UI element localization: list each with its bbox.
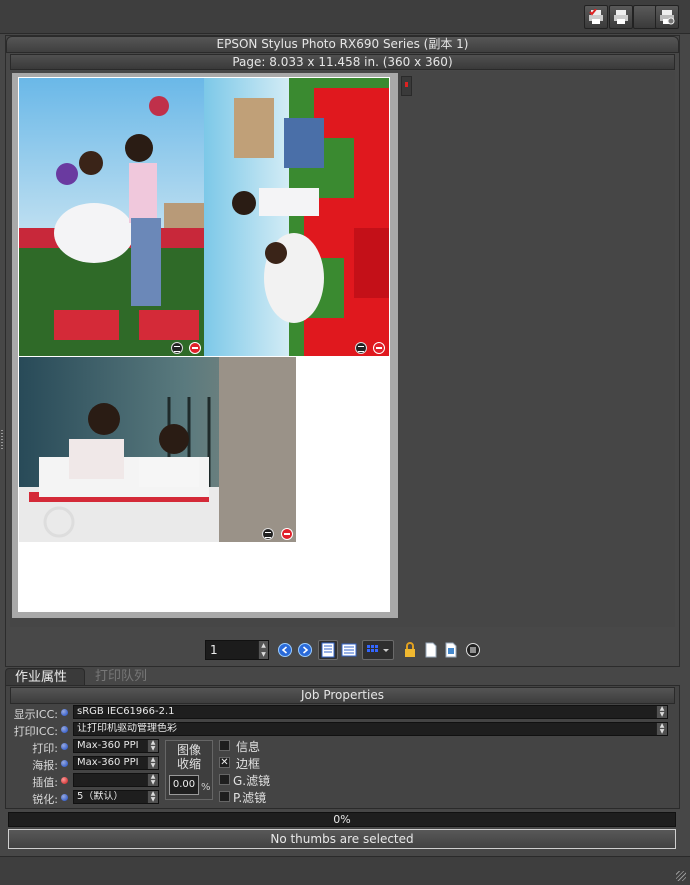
print-icc-value: 让打印机驱动管理色彩	[77, 723, 177, 734]
scroll-marker[interactable]	[401, 76, 412, 96]
poster-resolution-select[interactable]: Max-360 PPI ▲ ▼	[73, 756, 159, 770]
print-icc-select[interactable]: 让打印机驱动管理色彩 ▲ ▼	[73, 722, 668, 736]
display-icc-status-icon	[61, 709, 68, 716]
page-number-value: 1	[210, 643, 218, 657]
photo-image-1	[19, 78, 204, 356]
print-resolution-dropdown-icon[interactable]: ▲ ▼	[147, 740, 158, 752]
top-toolbar	[0, 0, 690, 34]
printer-icon	[614, 10, 628, 24]
g-filter-checkbox[interactable]	[219, 774, 230, 785]
print-icc-dropdown-icon[interactable]: ▲ ▼	[656, 723, 667, 735]
view-single-button[interactable]	[318, 640, 338, 660]
page-number-input[interactable]: 1 ▲ ▼	[205, 640, 269, 660]
poster-label: 海报:	[32, 759, 58, 772]
border-checkbox-label: 边框	[236, 757, 261, 771]
blank-button[interactable]	[633, 5, 657, 29]
poster-resolution-dropdown-icon[interactable]: ▲ ▼	[147, 757, 158, 769]
sharpen-status-icon	[61, 794, 68, 801]
image-shrink-unit: %	[201, 782, 211, 793]
g-filter-checkbox-label: G.滤镜	[233, 774, 271, 788]
poster-status-icon	[61, 760, 68, 767]
grid-layout-dropdown[interactable]	[362, 640, 394, 660]
printer-title: EPSON Stylus Photo RX690 Series (副本 1)	[6, 36, 679, 53]
grid-icon	[367, 645, 389, 652]
info-checkbox[interactable]	[219, 740, 230, 751]
sharpen-value: 5（默认）	[77, 791, 124, 802]
page-info: Page: 8.033 x 11.458 in. (360 x 360)	[10, 54, 675, 70]
photo-thumb-1[interactable]	[19, 78, 204, 356]
print-label: 打印:	[32, 742, 58, 755]
page-edit-button[interactable]	[442, 640, 462, 660]
photo-2-menu-icon[interactable]	[355, 342, 367, 354]
info-checkbox-label: 信息	[236, 740, 261, 754]
job-properties-title: Job Properties	[10, 687, 675, 704]
view-single-icon	[321, 642, 335, 658]
photo-3-menu-icon[interactable]	[262, 528, 274, 540]
print-icc-label: 打印ICC:	[13, 725, 58, 738]
display-icc-value: sRGB IEC61966-2.1	[77, 706, 175, 717]
printer-settings-button[interactable]	[655, 5, 679, 29]
interpolation-label: 插值:	[32, 776, 58, 789]
next-icon	[298, 643, 312, 657]
photo-thumb-2[interactable]	[204, 78, 389, 356]
display-icc-label: 显示ICC:	[13, 708, 58, 721]
display-icc-dropdown-icon[interactable]: ▲ ▼	[656, 706, 667, 718]
photo-image-3	[19, 357, 296, 542]
view-list-icon	[341, 643, 357, 657]
resize-grip-icon[interactable]	[676, 871, 686, 881]
page-edit-icon	[445, 642, 457, 658]
bottom-bar	[0, 856, 690, 885]
image-shrink-input[interactable]: 0.00	[169, 775, 199, 795]
new-page-button[interactable]	[421, 640, 441, 660]
interpolation-dropdown-icon[interactable]: ▲ ▼	[147, 774, 158, 786]
splitter-handle[interactable]	[1, 430, 3, 450]
lock-button[interactable]	[400, 640, 420, 660]
tab-print-queue[interactable]: 打印队列	[86, 668, 164, 686]
print-button[interactable]	[609, 5, 633, 29]
printer-settings-icon	[660, 10, 675, 25]
p-filter-checkbox-label: P.滤镜	[233, 791, 267, 805]
prev-page-button[interactable]	[275, 640, 295, 660]
prev-icon	[278, 643, 292, 657]
interpolation-status-icon	[61, 777, 68, 784]
display-icc-select[interactable]: sRGB IEC61966-2.1 ▲ ▼	[73, 705, 668, 719]
border-checkbox[interactable]: ✕	[219, 757, 230, 768]
photo-image-2	[204, 78, 389, 356]
lock-icon	[405, 642, 415, 657]
photo-1-menu-icon[interactable]	[171, 342, 183, 354]
tab-job-properties[interactable]: 作业属性	[5, 668, 85, 686]
page-icon	[425, 642, 437, 658]
more-menu-button[interactable]	[463, 640, 483, 660]
poster-resolution-value: Max-360 PPI	[77, 757, 139, 768]
sharpen-select[interactable]: 5（默认） ▲ ▼	[73, 790, 159, 804]
image-shrink-title: 图像收缩	[176, 743, 201, 771]
view-list-button[interactable]	[339, 640, 359, 660]
p-filter-checkbox[interactable]	[219, 791, 230, 802]
sharpen-dropdown-icon[interactable]: ▲ ▼	[147, 791, 158, 803]
print-preview-button[interactable]	[584, 5, 608, 29]
next-page-button[interactable]	[295, 640, 315, 660]
print-icc-status-icon	[61, 726, 68, 733]
menu-icon	[466, 643, 480, 657]
photo-2-remove-icon[interactable]	[373, 342, 385, 354]
photo-thumb-3[interactable]	[19, 357, 296, 542]
interpolation-select[interactable]: ▲ ▼	[73, 773, 159, 787]
photo-3-remove-icon[interactable]	[281, 528, 293, 540]
progress-bar: 0%	[8, 812, 676, 827]
printer-red-check-icon	[589, 9, 603, 24]
print-resolution-value: Max-360 PPI	[77, 740, 139, 751]
sharpen-label: 锐化:	[32, 793, 58, 806]
print-status-icon	[61, 743, 68, 750]
photo-1-remove-icon[interactable]	[189, 342, 201, 354]
status-bar: No thumbs are selected	[8, 829, 676, 849]
print-resolution-select[interactable]: Max-360 PPI ▲ ▼	[73, 739, 159, 753]
page-spinner[interactable]: ▲ ▼	[258, 641, 268, 659]
